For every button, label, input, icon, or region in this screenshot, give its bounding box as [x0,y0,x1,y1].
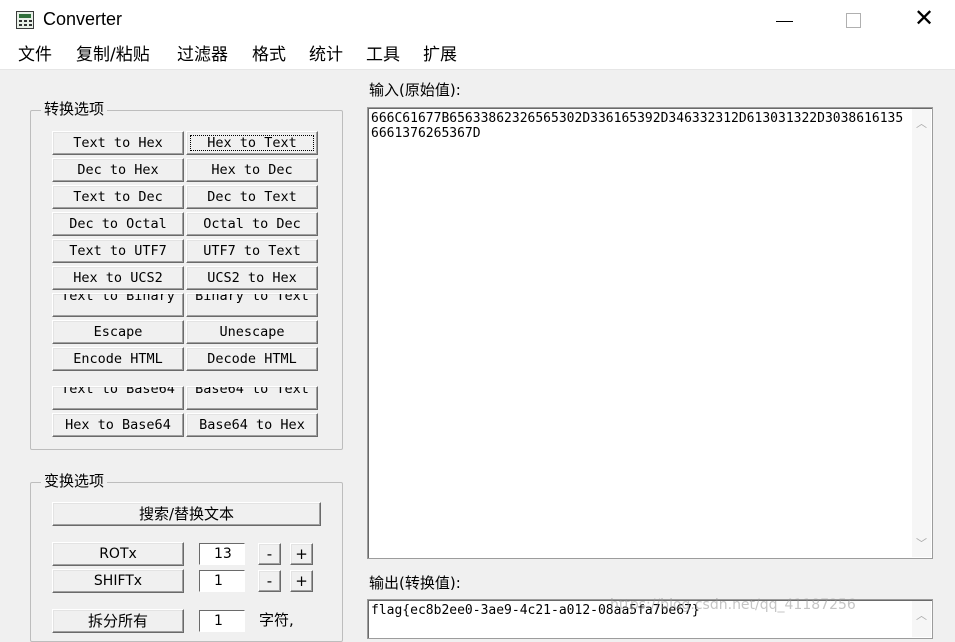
minimize-icon [776,21,793,22]
text-to-utf7-button[interactable]: Text to UTF7 [52,239,184,263]
shift-button[interactable]: SHIFTx [52,569,184,593]
shift-value-field[interactable]: 1 [199,570,245,592]
encode-html-button[interactable]: Encode HTML [52,347,184,371]
text-to-binary-button[interactable]: Text to Binary [52,293,184,317]
rot-decrement-button[interactable]: - [258,543,281,565]
menu-file[interactable]: 文件 [18,45,52,65]
utf7-to-text-button[interactable]: UTF7 to Text [186,239,318,263]
base64-to-text-button[interactable]: Base64 to Text [186,386,318,410]
decode-html-button[interactable]: Decode HTML [186,347,318,371]
split-all-button[interactable]: 拆分所有 [52,609,184,633]
base64-to-hex-button[interactable]: Base64 to Hex [186,413,318,437]
octal-to-dec-button[interactable]: Octal to Dec [186,212,318,236]
search-replace-button[interactable]: 搜索/替换文本 [52,502,321,526]
binary-to-text-label: Binary to Text [195,293,309,304]
hex-to-base64-button[interactable]: Hex to Base64 [52,413,184,437]
split-unit-label: 字符, [259,611,294,629]
text-to-base64-button[interactable]: Text to Base64 [52,386,184,410]
text-to-base64-label: Text to Base64 [61,386,175,397]
input-text: 666C61677B65633862326565302D336165392D34… [371,111,904,141]
rot-value-field[interactable]: 13 [199,543,245,565]
dec-to-octal-button[interactable]: Dec to Octal [52,212,184,236]
window-title: Converter [43,9,123,29]
menu-tools[interactable]: 工具 [366,45,400,65]
hex-to-text-button[interactable]: Hex to Text [186,131,318,155]
menu-filter[interactable]: 过滤器 [177,45,228,65]
menu-copy-paste[interactable]: 复制/粘贴 [76,45,150,65]
scroll-up-arrow-icon[interactable]: ︿ [914,117,929,131]
close-icon: ✕ [914,4,935,32]
menu-statistics[interactable]: 统计 [309,45,343,65]
rot-increment-button[interactable]: + [290,543,313,565]
calculator-icon [16,11,34,29]
watermark: https://blog.csdn.net/qq_41187256 [610,597,856,613]
hex-to-ucs2-button[interactable]: Hex to UCS2 [52,266,184,290]
escape-button[interactable]: Escape [52,320,184,344]
input-textarea[interactable]: 666C61677B65633862326565302D336165392D34… [367,107,933,559]
input-label: 输入(原始值): [369,81,461,99]
scroll-up-arrow-icon[interactable]: ︿ [914,609,929,623]
base64-to-text-label: Base64 to Text [195,386,309,397]
dec-to-hex-button[interactable]: Dec to Hex [52,158,184,182]
output-scrollbar[interactable]: ︿ [912,601,931,637]
text-to-hex-button[interactable]: Text to Hex [52,131,184,155]
scroll-down-arrow-icon[interactable]: ﹀ [914,537,929,551]
dec-to-text-button[interactable]: Dec to Text [186,185,318,209]
title-bar: Converter ✕ [0,0,955,42]
menu-format[interactable]: 格式 [252,45,286,65]
menu-bar: 文件 复制/粘贴 过滤器 格式 统计 工具 扩展 [0,42,955,70]
hex-to-dec-button[interactable]: Hex to Dec [186,158,318,182]
transform-options-title: 变换选项 [41,472,108,490]
shift-increment-button[interactable]: + [290,570,313,592]
menu-extensions[interactable]: 扩展 [423,45,457,65]
binary-to-text-button[interactable]: Binary to Text [186,293,318,317]
minimize-button[interactable] [760,0,806,42]
split-value-field[interactable]: 1 [199,610,245,632]
input-scrollbar[interactable]: ︿ ﹀ [912,109,931,557]
output-label: 输出(转换值): [369,574,461,592]
maximize-icon [846,13,861,28]
ucs2-to-hex-button[interactable]: UCS2 to Hex [186,266,318,290]
shift-decrement-button[interactable]: - [258,570,281,592]
text-to-dec-button[interactable]: Text to Dec [52,185,184,209]
text-to-binary-label: Text to Binary [61,293,175,304]
close-button[interactable]: ✕ [900,0,946,42]
convert-options-title: 转换选项 [41,100,108,118]
rot-button[interactable]: ROTx [52,542,184,566]
maximize-button[interactable] [830,0,876,42]
unescape-button[interactable]: Unescape [186,320,318,344]
